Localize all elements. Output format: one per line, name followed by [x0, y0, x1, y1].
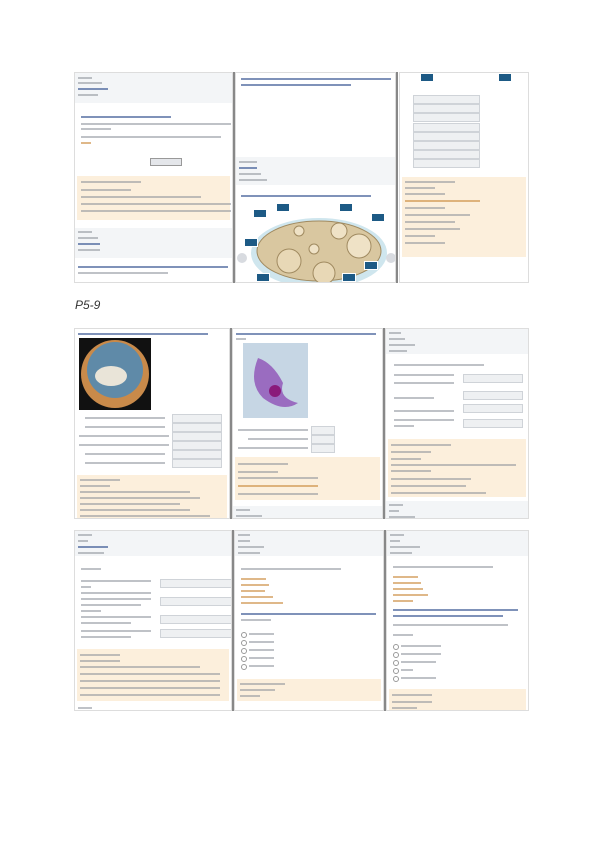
screenshot-panel-4 — [74, 328, 230, 519]
micrograph-image — [79, 338, 151, 410]
screenshot-panel-1 — [74, 72, 233, 283]
screenshot-panel-8 — [234, 530, 384, 711]
screenshot-panel-6 — [385, 328, 529, 519]
screenshot-panel-7 — [74, 530, 232, 711]
screenshot-panel-9 — [386, 530, 529, 711]
section-label: P5-9 — [75, 298, 101, 312]
screenshot-panel-3 — [399, 72, 529, 283]
embryo-image — [243, 343, 308, 418]
check-button[interactable] — [150, 158, 182, 166]
screenshot-panel-2 — [235, 72, 396, 283]
screenshot-panel-5 — [232, 328, 383, 519]
